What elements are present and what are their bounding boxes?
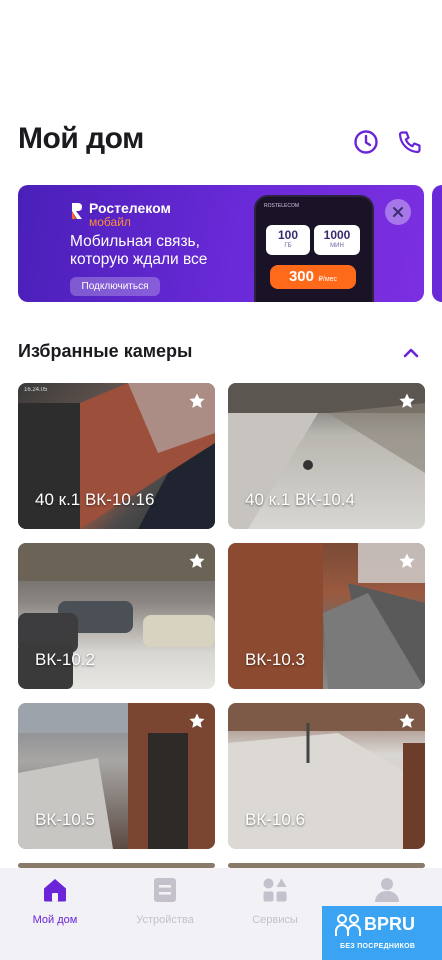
clock-icon[interactable] — [352, 128, 380, 156]
brand-name: Ростелеком — [89, 200, 171, 216]
camera-label: 40 к.1 ВК-10.16 — [35, 490, 155, 509]
camera-timestamp: 16.24.05 — [24, 387, 48, 393]
people-icon — [335, 914, 361, 936]
watermark-sub: БЕЗ ПОСРЕДНИКОВ — [340, 943, 416, 950]
watermark-name: BPRU — [364, 914, 416, 934]
watermark: BPRU БЕЗ ПОСРЕДНИКОВ — [322, 906, 442, 960]
gb-pill: 100 ГБ — [266, 225, 310, 255]
promo-banner[interactable]: Ростелеком мобайл Мобильная связь, котор… — [18, 185, 424, 302]
tab-devices[interactable]: Устройства — [120, 876, 210, 926]
camera-card[interactable]: ВК-10.3 — [228, 543, 425, 689]
star-icon[interactable] — [188, 712, 206, 730]
home-icon — [44, 879, 66, 902]
favorites-title: Избранные камеры — [18, 341, 193, 361]
camera-card[interactable]: ВК-10.6 — [228, 703, 425, 849]
rostelecom-logo-icon — [72, 203, 82, 219]
camera-card[interactable]: 16.24.05 40 к.1 ВК-10.16 — [18, 383, 215, 529]
star-icon[interactable] — [188, 552, 206, 570]
star-icon[interactable] — [398, 392, 416, 410]
camera-label: ВК-10.3 — [245, 650, 305, 669]
camera-label: 40 к.1 ВК-10.4 — [245, 490, 355, 509]
camera-label: ВК-10.6 — [245, 810, 305, 829]
price-unit: ₽/мес — [318, 276, 338, 283]
services-icon — [263, 878, 287, 902]
banner-close-button[interactable] — [385, 199, 411, 225]
devices-icon — [154, 878, 176, 902]
min-value: 1000 — [323, 228, 351, 242]
connect-button[interactable]: Подключиться — [70, 277, 160, 296]
star-icon[interactable] — [398, 552, 416, 570]
chevron-up-icon[interactable] — [401, 343, 421, 363]
camera-card[interactable]: ВК-10.5 — [18, 703, 215, 849]
close-icon — [393, 207, 403, 217]
tab-services[interactable]: Сервисы — [230, 876, 320, 926]
gb-value: 100 — [277, 228, 299, 242]
camera-card[interactable]: ВК-10.2 — [18, 543, 215, 689]
camera-card[interactable]: 40 к.1 ВК-10.4 — [228, 383, 425, 529]
tab-label: Устройства — [136, 914, 194, 926]
price-value: 300 — [288, 268, 314, 285]
banner-headline: Мобильная связь, которую ждали все — [70, 233, 208, 268]
price-badge: 300 ₽/мес — [270, 265, 356, 289]
page-title: Мой дом — [18, 122, 144, 155]
phone-icon[interactable] — [396, 128, 424, 156]
camera-label: ВК-10.2 — [35, 650, 95, 669]
tab-label: Мой дом — [32, 914, 78, 926]
brand-sub: мобайл — [89, 215, 131, 229]
phone-brand: ROSTELECOM — [264, 203, 300, 209]
min-pill: 1000 МИН — [314, 225, 360, 255]
star-icon[interactable] — [398, 712, 416, 730]
tab-label: Сервисы — [252, 914, 298, 926]
next-banner-peek[interactable] — [432, 185, 442, 302]
star-icon[interactable] — [188, 392, 206, 410]
profile-icon — [375, 878, 399, 902]
tab-home[interactable]: Мой дом — [10, 876, 100, 926]
brand-logo: Ростелеком мобайл — [70, 201, 171, 228]
camera-label: ВК-10.5 — [35, 810, 95, 829]
gb-unit: ГБ — [284, 243, 292, 249]
min-unit: МИН — [330, 243, 344, 249]
phone-illustration: ROSTELECOM 100 ГБ 1000 МИН 300 ₽/мес — [254, 195, 374, 302]
